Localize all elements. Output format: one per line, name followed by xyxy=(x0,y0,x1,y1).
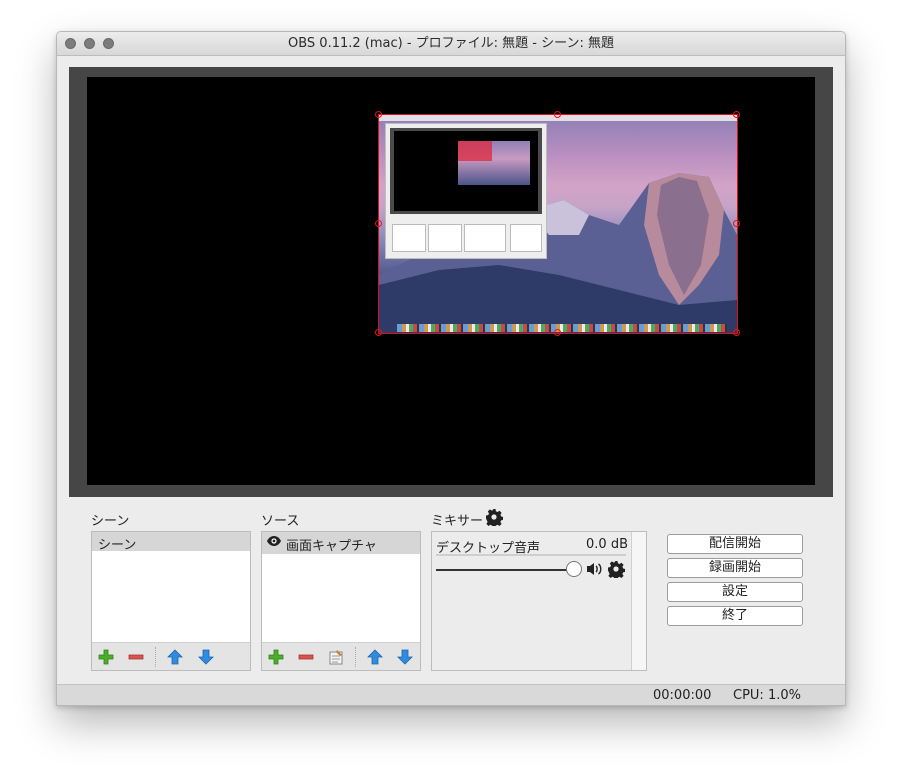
list-item[interactable]: 画面キャプチャ xyxy=(262,532,420,554)
minus-icon[interactable] xyxy=(126,647,146,667)
resize-handle-bottom-right[interactable] xyxy=(733,329,740,336)
sources-toolbar xyxy=(262,642,420,670)
resize-handle-top-left[interactable] xyxy=(375,111,382,118)
arrow-down-icon[interactable] xyxy=(196,647,216,667)
resize-handle-right[interactable] xyxy=(733,220,740,227)
resize-handle-top[interactable] xyxy=(554,111,561,118)
stream-time: 00:00:00 xyxy=(653,688,712,703)
plus-icon[interactable] xyxy=(266,647,286,667)
sources-list[interactable]: 画面キャプチャ xyxy=(261,531,421,671)
resize-handle-left[interactable] xyxy=(375,220,382,227)
sources-label: ソース xyxy=(261,514,300,529)
source-name: 画面キャプチャ xyxy=(286,539,377,554)
start-recording-button[interactable]: 録画開始 xyxy=(667,558,803,578)
scenes-toolbar xyxy=(92,642,250,670)
cpu-usage: CPU: 1.0% xyxy=(733,688,801,703)
mixer-label: ミキサー xyxy=(431,514,484,529)
scenes-label: シーン xyxy=(91,514,130,529)
obs-window: OBS 0.11.2 (mac) - プロファイル: 無題 - シーン: 無題 xyxy=(56,31,846,706)
status-bar: 00:00:00 CPU: 1.0% xyxy=(57,684,845,705)
list-item[interactable]: シーン xyxy=(92,532,250,553)
volume-slider-knob[interactable] xyxy=(566,561,582,577)
resize-handle-top-right[interactable] xyxy=(733,111,740,118)
settings-button[interactable]: 設定 xyxy=(667,582,803,602)
plus-icon[interactable] xyxy=(96,647,116,667)
preview-area xyxy=(69,67,833,497)
start-streaming-button[interactable]: 配信開始 xyxy=(667,534,803,554)
scenes-list[interactable]: シーン xyxy=(91,531,251,671)
arrow-down-icon[interactable] xyxy=(395,647,415,667)
gear-icon[interactable] xyxy=(485,508,504,529)
source-selection-box[interactable] xyxy=(378,114,738,334)
eye-icon[interactable] xyxy=(266,535,282,551)
properties-icon[interactable] xyxy=(326,647,346,667)
exit-button[interactable]: 終了 xyxy=(667,606,803,626)
audio-channel-level: 0.0 dB xyxy=(586,537,628,552)
window-title: OBS 0.11.2 (mac) - プロファイル: 無題 - シーン: 無題 xyxy=(288,36,614,51)
minus-icon[interactable] xyxy=(296,647,316,667)
arrow-up-icon[interactable] xyxy=(165,647,185,667)
mixer-scrollbar[interactable] xyxy=(631,532,646,670)
mixer-panel: デスクトップ音声 0.0 dB xyxy=(431,531,647,671)
resize-handle-bottom-left[interactable] xyxy=(375,329,382,336)
preview-canvas[interactable] xyxy=(87,77,815,485)
gear-icon[interactable] xyxy=(607,560,626,581)
speaker-icon[interactable] xyxy=(586,562,604,579)
volume-slider-track[interactable] xyxy=(436,569,572,571)
volume-meter xyxy=(436,554,626,556)
scene-name: シーン xyxy=(98,538,137,553)
resize-handle-bottom[interactable] xyxy=(554,329,561,336)
title-bar: OBS 0.11.2 (mac) - プロファイル: 無題 - シーン: 無題 xyxy=(57,32,845,56)
arrow-up-icon[interactable] xyxy=(365,647,385,667)
